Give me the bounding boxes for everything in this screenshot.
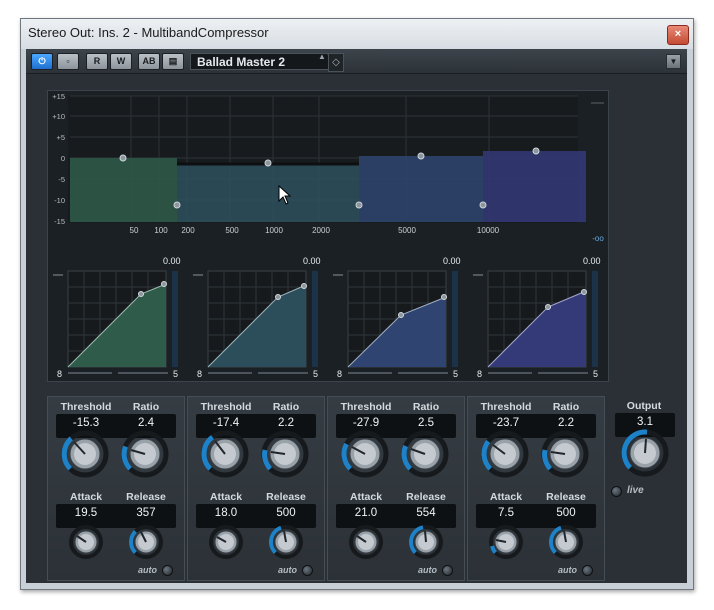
band-1-release-knob[interactable]	[128, 524, 164, 560]
band-4-controls: Threshold Ratio -23.7 2.2 Attack Release	[467, 396, 605, 581]
output-knob[interactable]	[621, 429, 669, 477]
band-3-ratio-value[interactable]: 2.5	[401, 417, 451, 429]
plugin-panel: ⏻ ▫ R W AB ▤ Ballad Master 2 ▲▼ ◇ ▼ +15 …	[26, 49, 687, 583]
band-3-attack-knob[interactable]	[348, 524, 384, 560]
band-3-auto-label: auto	[418, 565, 437, 575]
band-1-auto-label: auto	[138, 565, 157, 575]
band-3-threshold-knob[interactable]	[341, 430, 389, 478]
band-2-auto-label: auto	[278, 565, 297, 575]
band-2-controls: Threshold Ratio -17.4 2.2 Attack Release	[187, 396, 325, 581]
settings-compare-button[interactable]: ▤	[162, 53, 184, 70]
write-automation-button[interactable]: W	[110, 53, 132, 70]
curve-2-value: 0.00	[303, 256, 321, 266]
curve-3-axis-high: 5	[453, 369, 459, 379]
plugin-window: Stereo Out: Ins. 2 - MultibandCompressor…	[20, 18, 694, 590]
band-4-attack-value[interactable]: 7.5	[481, 507, 531, 519]
close-button[interactable]: ×	[667, 25, 689, 45]
band-3-ratio-label: Ratio	[412, 401, 440, 413]
curve-1	[67, 270, 178, 374]
curve-2-axis-low: 8	[197, 369, 203, 379]
title-bar[interactable]: Stereo Out: Ins. 2 - MultibandCompressor…	[21, 19, 693, 49]
display-area: +15 +10 +5 0 -5 -10 -15 50 100 200 500 1…	[47, 90, 609, 382]
output-value[interactable]: 3.1	[620, 416, 670, 428]
band-1-ratio-value[interactable]: 2.4	[121, 417, 171, 429]
band-2-release-value[interactable]: 500	[261, 507, 311, 519]
window-title: Stereo Out: Ins. 2 - MultibandCompressor	[28, 25, 269, 40]
curve-1-axis-low: 8	[57, 369, 63, 379]
band-2-release-label: Release	[266, 491, 306, 503]
function-menu-button[interactable]: ▼	[666, 54, 681, 69]
bypass-button[interactable]: ▫	[57, 53, 79, 70]
ab-switch-button[interactable]: AB	[138, 53, 160, 70]
band-1-controls: Threshold Ratio -15.3 2.4 Attack Release	[47, 396, 185, 581]
band-4-ratio-value[interactable]: 2.2	[541, 417, 591, 429]
band-2-ratio-knob[interactable]	[261, 430, 309, 478]
band-4-release-knob[interactable]	[548, 524, 584, 560]
band-4-ratio-label: Ratio	[552, 401, 580, 413]
band-4-ratio-knob[interactable]	[541, 430, 589, 478]
band-1-release-value[interactable]: 357	[121, 507, 171, 519]
band-2-threshold-value[interactable]: -17.4	[201, 417, 251, 429]
band-4-threshold-value[interactable]: -23.7	[481, 417, 531, 429]
read-automation-button[interactable]: R	[86, 53, 108, 70]
band-4-attack-knob[interactable]	[488, 524, 524, 560]
band-4-release-label: Release	[546, 491, 586, 503]
band-4-auto-label: auto	[558, 565, 577, 575]
band-3-attack-value[interactable]: 21.0	[341, 507, 391, 519]
live-label: live	[627, 485, 644, 496]
band-1-threshold-knob[interactable]	[61, 430, 109, 478]
power-icon[interactable]: ⏻	[31, 53, 53, 70]
band-3-release-knob[interactable]	[408, 524, 444, 560]
band-1-auto-release-button[interactable]	[162, 565, 173, 576]
plugin-toolbar: ⏻ ▫ R W AB ▤ Ballad Master 2 ▲▼ ◇ ▼	[26, 49, 687, 74]
band-4-release-value[interactable]: 500	[541, 507, 591, 519]
band-3-auto-release-button[interactable]	[442, 565, 453, 576]
band-2-release-knob[interactable]	[268, 524, 304, 560]
band-3-release-value[interactable]: 554	[401, 507, 451, 519]
band-1-attack-knob[interactable]	[68, 524, 104, 560]
output-label: Output	[626, 400, 662, 412]
band-2-ratio-label: Ratio	[272, 401, 300, 413]
curve-2-axis-high: 5	[313, 369, 319, 379]
mouse-cursor-icon	[278, 185, 292, 205]
live-button[interactable]	[611, 486, 622, 497]
band-2-threshold-knob[interactable]	[201, 430, 249, 478]
band-4-threshold-knob[interactable]	[481, 430, 529, 478]
preset-save-button[interactable]: ◇	[328, 53, 344, 72]
band-1-ratio-label: Ratio	[132, 401, 160, 413]
curve-2	[207, 270, 318, 374]
band-1-release-label: Release	[126, 491, 166, 503]
curve-1-axis-high: 5	[173, 369, 179, 379]
band-3-ratio-knob[interactable]	[401, 430, 449, 478]
band-1-threshold-value[interactable]: -15.3	[61, 417, 111, 429]
band-3-threshold-value[interactable]: -27.9	[341, 417, 391, 429]
curve-4-value: 0.00	[583, 256, 601, 266]
band-2-auto-release-button[interactable]	[302, 565, 313, 576]
band-2-attack-knob[interactable]	[208, 524, 244, 560]
band-3-controls: Threshold Ratio -27.9 2.5 Attack Release	[327, 396, 465, 581]
band-1-attack-value[interactable]: 19.5	[61, 507, 111, 519]
curve-4	[487, 270, 598, 374]
band-2-attack-value[interactable]: 18.0	[201, 507, 251, 519]
compression-curves	[53, 270, 598, 374]
curve-4-axis-low: 8	[477, 369, 483, 379]
band-2-ratio-value[interactable]: 2.2	[261, 417, 311, 429]
band-3-release-label: Release	[406, 491, 446, 503]
band-4-auto-release-button[interactable]	[582, 565, 593, 576]
curve-3-axis-low: 8	[337, 369, 343, 379]
curve-3-value: 0.00	[443, 256, 461, 266]
curve-1-value: 0.00	[163, 256, 181, 266]
output-controls: Output 3.1 live	[607, 396, 681, 579]
curve-3	[347, 270, 458, 374]
curve-4-axis-high: 5	[593, 369, 599, 379]
band-1-ratio-knob[interactable]	[121, 430, 169, 478]
